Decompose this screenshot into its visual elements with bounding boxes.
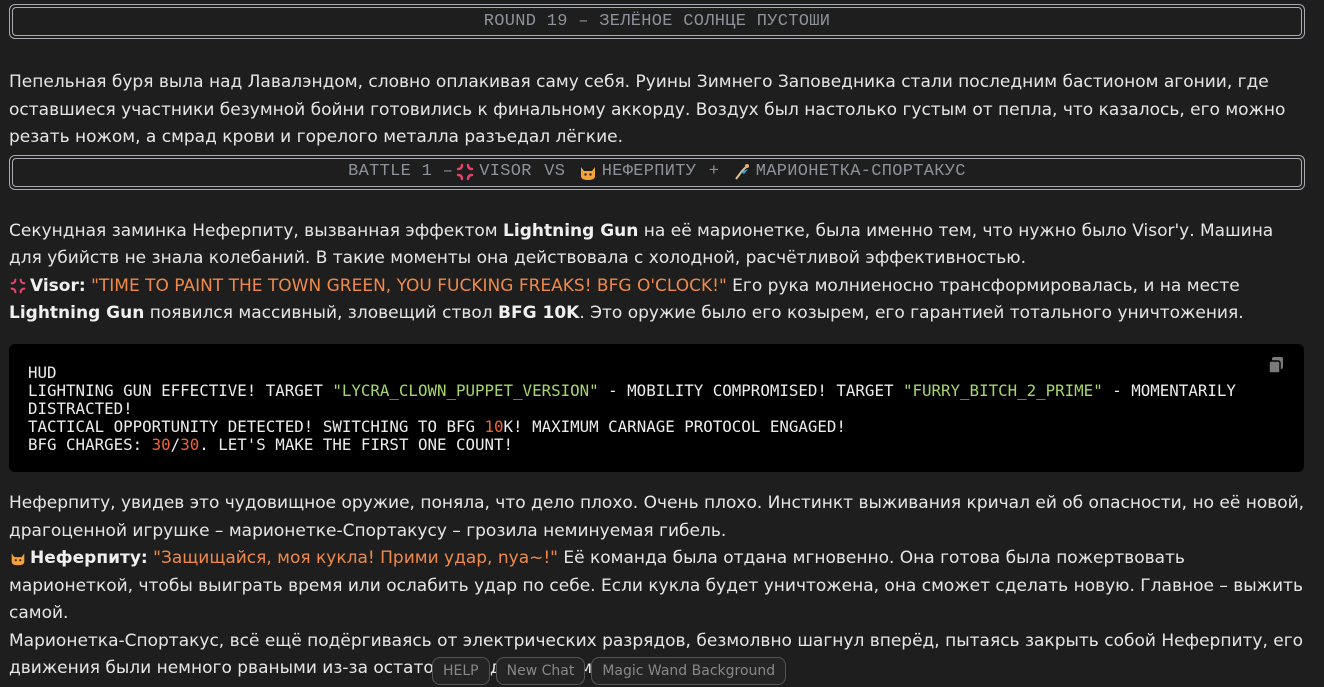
- hud-charges-slash: /: [170, 435, 181, 454]
- story-continuation: Неферпиту, увидев это чудовищное оружие,…: [9, 490, 1305, 683]
- anger-icon: [10, 278, 26, 293]
- fighter-puppet: МАРИОНЕТКА-СПОРТАКУС: [755, 162, 966, 182]
- hud-charges-current: 30: [151, 435, 171, 454]
- paragraph-1: Секундная заминка Неферпиту, вызванная э…: [9, 218, 1305, 273]
- hud-l2-text-a: LIGHTNING GUN EFFECTIVE! TARGET: [28, 381, 333, 400]
- story-content: ROUND 19 – ЗЕЛЁНОЕ СОЛНЦЕ ПУСТОШИ Пепель…: [9, 4, 1305, 328]
- visor-bold-bfg: BFG 10K: [498, 303, 580, 323]
- cat-icon: [580, 167, 595, 180]
- visor-dialogue: Visor: "TIME TO PAINT THE TOWN GREEN, YO…: [9, 273, 1305, 328]
- para1-text-a: Секундная заминка Неферпиту, вызванная э…: [9, 220, 504, 241]
- bottom-action-bar: HELP New Chat Magic Wand Background: [432, 657, 787, 687]
- battle-vs: VS: [533, 162, 576, 182]
- copy-icon[interactable]: [1267, 356, 1285, 374]
- neferpitou-speaker: Неферпиту:: [30, 548, 148, 568]
- battle-banner-title: BATTLE 1 – VISOR VS НЕФЕРПИТУ + МАРИОНЕТ…: [12, 157, 1302, 187]
- hud-l2-text-b: - MOBILITY COMPROMISED! TARGET: [598, 381, 903, 400]
- battle-prefix: BATTLE 1 –: [348, 162, 454, 182]
- new-chat-button[interactable]: New Chat: [495, 657, 586, 685]
- hud-l3-text-b: K! MAXIMUM CARNAGE PROTOCOL ENGAGED!: [503, 417, 846, 436]
- hud-l2-target-2: "FURRY_BITCH_2_PRIME": [902, 381, 1103, 400]
- hud-line-2: LIGHTNING GUN EFFECTIVE! TARGET "LYCRA_C…: [28, 381, 1245, 418]
- visor-bold-lightning-gun: Lightning Gun: [9, 303, 145, 323]
- fighter-visor: VISOR: [479, 162, 532, 182]
- paragraph-2: Неферпиту, увидев это чудовищное оружие,…: [9, 493, 1305, 541]
- hud-l4-text-b: . LET'S MAKE THE FIRST ONE COUNT!: [199, 435, 514, 454]
- visor-speaker: Visor:: [30, 275, 86, 296]
- round-banner-title: ROUND 19 – ЗЕЛЁНОЕ СОЛНЦЕ ПУСТОШИ: [12, 7, 1302, 36]
- magic-wand-background-button[interactable]: Magic Wand Background: [591, 657, 787, 685]
- battle-banner: BATTLE 1 – VISOR VS НЕФЕРПИТУ + МАРИОНЕТ…: [9, 154, 1305, 190]
- hud-l4-text-a: BFG CHARGES:: [28, 435, 152, 454]
- round-banner: ROUND 19 – ЗЕЛЁНОЕ СОЛНЦЕ ПУСТОШИ: [9, 4, 1305, 39]
- visor-text-c: . Это оружие было его козырем, его гаран…: [579, 303, 1244, 323]
- hud-l3-text-a: TACTICAL OPPORTUNITY DETECTED! SWITCHING…: [28, 417, 485, 436]
- fighter-neferpitou: НЕФЕРПИТУ: [601, 162, 697, 182]
- hud-line-3: TACTICAL OPPORTUNITY DETECTED! SWITCHING…: [28, 417, 846, 436]
- intro-paragraph: Пепельная буря выла над Лавалэндом, слов…: [9, 72, 1286, 147]
- hud-charges-max: 30: [180, 435, 200, 454]
- neferpitou-dialogue: Неферпиту: "Защищайся, моя кукла! Прими …: [9, 545, 1305, 628]
- hud-code-block: HUD LIGHTNING GUN EFFECTIVE! TARGET "LYC…: [9, 344, 1304, 472]
- help-button[interactable]: HELP: [432, 657, 490, 685]
- para1-bold-lightning-gun: Lightning Gun: [503, 220, 639, 241]
- cat-icon: [11, 553, 25, 566]
- puppet-icon: [734, 164, 749, 180]
- visor-text-b: появился массивный, зловещий ствол: [144, 303, 499, 323]
- hud-line-1: HUD: [28, 363, 57, 382]
- visor-quote: "TIME TO PAINT THE TOWN GREEN, YOU FUCKI…: [91, 275, 727, 296]
- hud-l3-number: 10: [484, 417, 504, 436]
- anger-icon: [457, 163, 474, 181]
- battle-plus: +: [698, 162, 730, 182]
- neferpitou-quote: "Защищайся, моя кукла! Прими удар, nya~!…: [153, 548, 558, 568]
- hud-line-4: BFG CHARGES: 30/30. LET'S MAKE THE FIRST…: [28, 435, 513, 454]
- hud-l2-target-1: "LYCRA_CLOWN_PUPPET_VERSION": [332, 381, 599, 400]
- visor-text-a: Его рука молниеносно трансформировалась,…: [726, 275, 1240, 296]
